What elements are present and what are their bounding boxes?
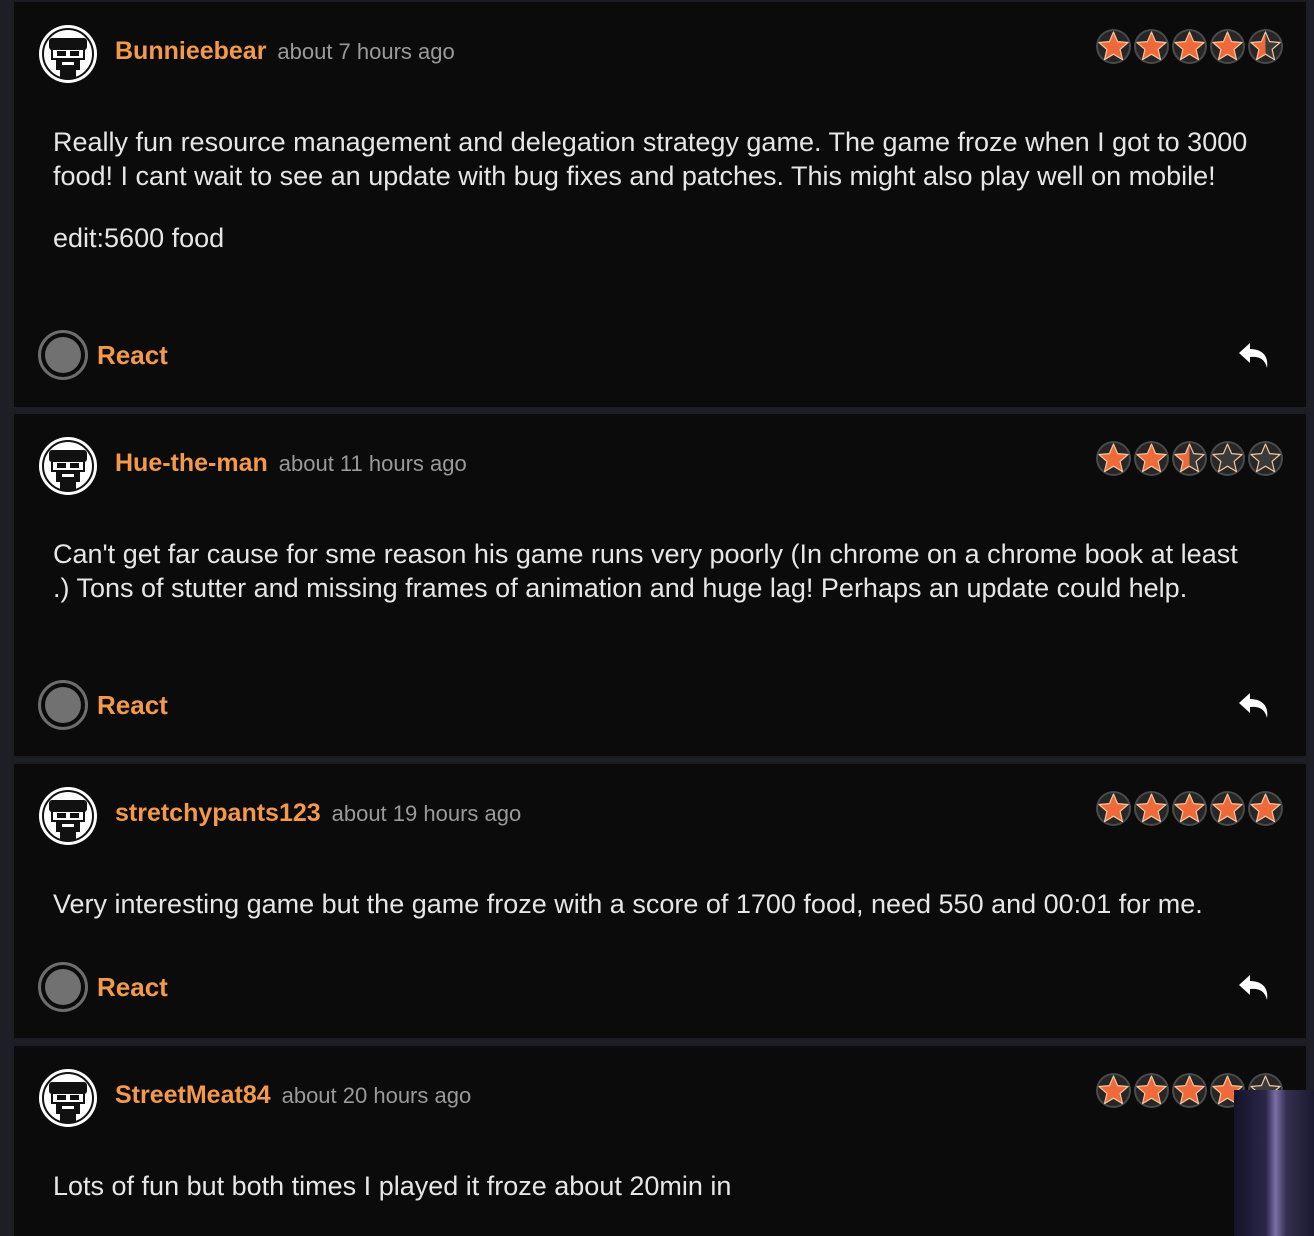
reply-arrow-icon[interactable]	[1236, 340, 1272, 370]
review-timestamp: about 11 hours ago	[278, 451, 467, 476]
star-full-icon	[1210, 29, 1245, 64]
star-empty-icon	[1248, 441, 1283, 476]
review-username[interactable]: Hue-the-man	[115, 449, 268, 477]
user-avatar-icon[interactable]	[38, 1068, 98, 1128]
reply-arrow-icon[interactable]	[1236, 972, 1272, 1002]
review-card: Bunnieebear about 7 hours ago Really fun…	[12, 0, 1308, 409]
react-label: React	[97, 339, 168, 370]
star-full-icon	[1172, 791, 1207, 826]
star-full-icon	[1096, 1073, 1131, 1108]
react-circle-icon	[38, 680, 88, 730]
review-paragraph: Very interesting game but the game froze…	[53, 889, 1203, 919]
star-full-icon	[1134, 1073, 1169, 1108]
star-full-icon	[1134, 791, 1169, 826]
star-half-icon	[1248, 29, 1283, 64]
star-full-icon	[1134, 441, 1169, 476]
review-body: Very interesting game but the game froze…	[53, 887, 1276, 949]
review-body: Really fun resource management and deleg…	[53, 125, 1256, 283]
star-rating	[1095, 440, 1284, 478]
star-rating	[1095, 28, 1284, 66]
review-card: StreetMeat84 about 20 hours ago Lots of …	[12, 1044, 1308, 1236]
review-paragraph: Really fun resource management and deleg…	[53, 127, 1248, 191]
star-empty-icon	[1210, 441, 1245, 476]
react-button[interactable]: React	[38, 680, 168, 730]
react-label: React	[97, 689, 168, 720]
review-username[interactable]: Bunnieebear	[115, 37, 266, 65]
review-card: Hue-the-man about 11 hours ago Can't get…	[12, 412, 1308, 758]
star-full-icon	[1096, 791, 1131, 826]
react-label: React	[97, 971, 168, 1002]
user-avatar-icon[interactable]	[38, 24, 98, 84]
star-full-icon	[1172, 29, 1207, 64]
star-full-icon	[1210, 791, 1245, 826]
user-avatar-icon[interactable]	[38, 436, 98, 496]
star-full-icon	[1096, 441, 1131, 476]
reply-arrow-icon[interactable]	[1236, 690, 1272, 720]
star-full-icon	[1096, 29, 1131, 64]
star-full-icon	[1172, 1073, 1207, 1108]
review-body: Can't get far cause for sme reason his g…	[53, 537, 1256, 633]
user-avatar-icon[interactable]	[38, 786, 98, 846]
review-paragraph: Lots of fun but both times I played it f…	[53, 1171, 732, 1201]
review-username[interactable]: StreetMeat84	[115, 1081, 271, 1109]
star-half-icon	[1172, 441, 1207, 476]
review-timestamp: about 7 hours ago	[277, 39, 455, 64]
review-paragraph: edit:5600 food	[53, 223, 225, 253]
review-username[interactable]: stretchypants123	[115, 799, 321, 827]
react-circle-icon	[38, 330, 88, 380]
review-timestamp: about 19 hours ago	[331, 801, 522, 826]
react-button[interactable]: React	[38, 962, 168, 1012]
review-feed: Bunnieebear about 7 hours ago Really fun…	[0, 0, 1314, 1236]
review-paragraph: Can't get far cause for sme reason his g…	[53, 539, 1238, 603]
star-full-icon	[1134, 29, 1169, 64]
window-overlay	[1234, 1090, 1314, 1236]
star-rating	[1095, 790, 1284, 828]
react-button[interactable]: React	[38, 330, 168, 380]
review-card: stretchypants123 about 19 hours ago Very…	[12, 762, 1308, 1040]
react-circle-icon	[38, 962, 88, 1012]
star-full-icon	[1248, 791, 1283, 826]
review-body: Lots of fun but both times I played it f…	[53, 1169, 1256, 1231]
review-timestamp: about 20 hours ago	[281, 1083, 472, 1108]
